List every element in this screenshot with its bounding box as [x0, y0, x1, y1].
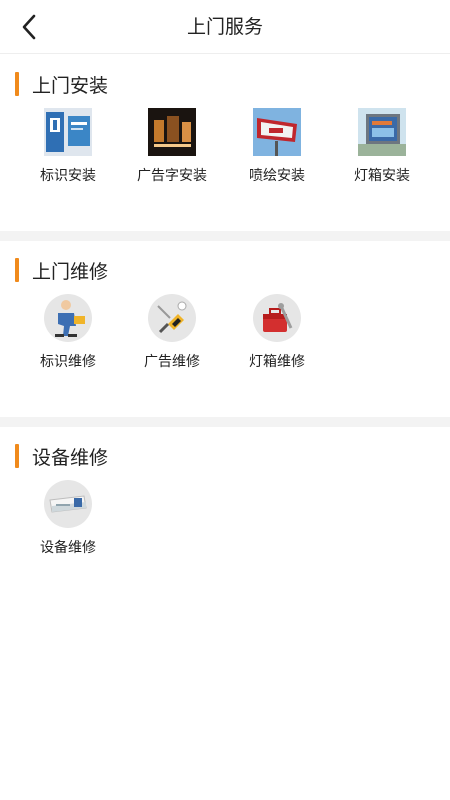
accent-bar [15, 444, 19, 468]
top-bar: 上门服务 [0, 0, 450, 54]
lightbox-photo [358, 108, 406, 156]
item-label: 喷绘安装 [249, 168, 305, 184]
service-item-sign-repair[interactable]: 标识维修 [18, 294, 118, 371]
accent-bar [15, 258, 19, 282]
led-letters-photo [148, 108, 196, 156]
item-label: 标识维修 [40, 354, 96, 370]
service-item-lightbox-repair[interactable]: 灯箱维修 [227, 294, 327, 371]
item-label: 灯箱安装 [354, 168, 410, 184]
section-divider [0, 417, 450, 427]
service-item-led-letters[interactable]: 广告字安装 [122, 108, 222, 185]
machine-icon [44, 480, 92, 528]
signage-photo [44, 108, 92, 156]
section-heading: 上门维修 [32, 260, 109, 283]
service-item-ad-repair[interactable]: 广告维修 [122, 294, 222, 371]
service-item-lightbox-install[interactable]: 灯箱安装 [332, 108, 432, 185]
section-divider [0, 231, 450, 241]
service-item-sign-install[interactable]: 标识安装 [18, 108, 118, 185]
section-title-repair: 上门维修 [15, 258, 109, 283]
page-title: 上门服务 [186, 16, 263, 38]
section-heading: 设备维修 [32, 446, 109, 469]
item-label: 广告维修 [144, 354, 200, 370]
item-label: 标识安装 [40, 168, 96, 184]
section-title-equipment: 设备维修 [15, 444, 109, 469]
screwdriver-icon [148, 294, 196, 342]
item-label: 灯箱维修 [249, 354, 305, 370]
item-label: 广告字安装 [137, 168, 207, 184]
accent-bar [15, 72, 19, 96]
service-item-inkjet-install[interactable]: 喷绘安装 [227, 108, 327, 185]
billboard-photo [253, 108, 301, 156]
section-heading: 上门安装 [32, 74, 109, 97]
section-title-install: 上门安装 [15, 72, 109, 97]
toolbox-icon [253, 294, 301, 342]
repairman-icon [44, 294, 92, 342]
service-item-equipment-repair[interactable]: 设备维修 [18, 480, 118, 557]
item-label: 设备维修 [40, 540, 96, 556]
